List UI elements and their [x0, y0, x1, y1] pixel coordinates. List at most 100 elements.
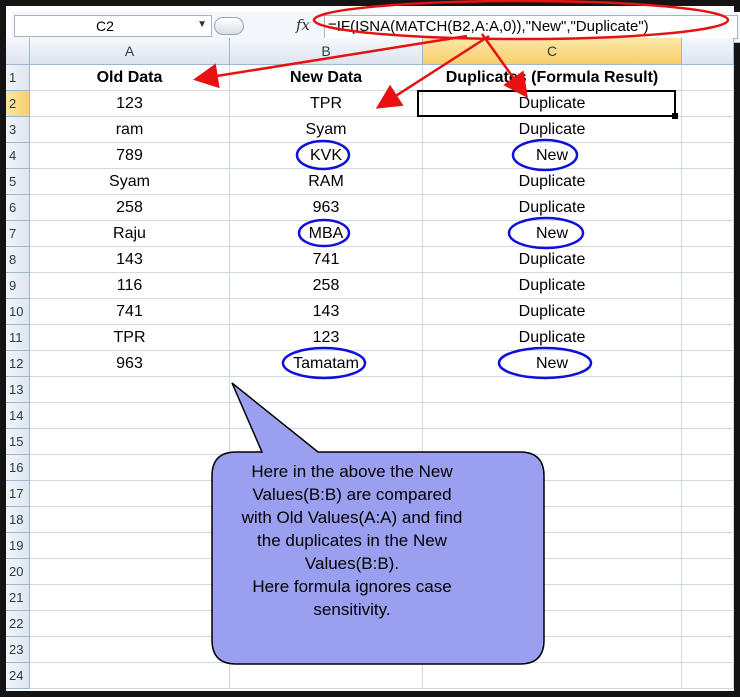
- data-cell[interactable]: [423, 429, 682, 455]
- data-cell[interactable]: New: [423, 143, 682, 169]
- data-cell[interactable]: [682, 247, 734, 273]
- data-cell[interactable]: Duplicate: [423, 91, 682, 117]
- row-header[interactable]: 2: [6, 91, 30, 117]
- data-cell[interactable]: [682, 663, 734, 689]
- data-cell[interactable]: Duplicate: [423, 273, 682, 299]
- data-cell[interactable]: [30, 663, 230, 689]
- data-cell[interactable]: [682, 117, 734, 143]
- data-cell[interactable]: [230, 429, 423, 455]
- data-cell[interactable]: [230, 663, 423, 689]
- data-cell[interactable]: Raju: [30, 221, 230, 247]
- row-header[interactable]: 7: [6, 221, 30, 247]
- data-cell[interactable]: [682, 351, 734, 377]
- data-cell[interactable]: [682, 611, 734, 637]
- data-cell[interactable]: [682, 585, 734, 611]
- formula-bar-handle[interactable]: [214, 17, 244, 35]
- data-cell[interactable]: [682, 533, 734, 559]
- data-cell[interactable]: 116: [30, 273, 230, 299]
- column-header-c[interactable]: C: [423, 38, 682, 65]
- row-header[interactable]: 1: [6, 65, 30, 91]
- data-cell[interactable]: [682, 377, 734, 403]
- row-header[interactable]: 10: [6, 299, 30, 325]
- data-cell[interactable]: 143: [30, 247, 230, 273]
- data-cell[interactable]: TPR: [230, 91, 423, 117]
- data-cell[interactable]: MBA: [230, 221, 423, 247]
- row-header[interactable]: 4: [6, 143, 30, 169]
- data-cell[interactable]: New: [423, 351, 682, 377]
- fx-icon[interactable]: fx: [296, 16, 310, 34]
- data-cell[interactable]: Syam: [30, 169, 230, 195]
- row-header[interactable]: 20: [6, 559, 30, 585]
- data-cell[interactable]: [682, 507, 734, 533]
- data-cell[interactable]: [30, 455, 230, 481]
- data-cell[interactable]: [682, 559, 734, 585]
- data-cell[interactable]: [30, 507, 230, 533]
- column-header-a[interactable]: A: [30, 38, 230, 65]
- data-cell[interactable]: ram: [30, 117, 230, 143]
- select-all-corner[interactable]: [6, 38, 30, 65]
- data-cell[interactable]: Duplicate: [423, 247, 682, 273]
- row-header[interactable]: 9: [6, 273, 30, 299]
- header-cell[interactable]: [682, 65, 734, 91]
- data-cell[interactable]: [30, 637, 230, 663]
- row-header[interactable]: 15: [6, 429, 30, 455]
- data-cell[interactable]: [682, 299, 734, 325]
- data-cell[interactable]: 123: [230, 325, 423, 351]
- data-cell[interactable]: [30, 429, 230, 455]
- row-header[interactable]: 8: [6, 247, 30, 273]
- column-header-b[interactable]: B: [230, 38, 423, 65]
- data-cell[interactable]: 963: [30, 351, 230, 377]
- data-cell[interactable]: 258: [230, 273, 423, 299]
- data-cell[interactable]: KVK: [230, 143, 423, 169]
- row-header[interactable]: 12: [6, 351, 30, 377]
- data-cell[interactable]: [30, 481, 230, 507]
- data-cell[interactable]: 789: [30, 143, 230, 169]
- formula-input[interactable]: =IF(ISNA(MATCH(B2,A:A,0)),"New","Duplica…: [324, 15, 738, 39]
- data-cell[interactable]: [423, 663, 682, 689]
- row-header[interactable]: 3: [6, 117, 30, 143]
- data-cell[interactable]: [423, 377, 682, 403]
- data-cell[interactable]: [682, 273, 734, 299]
- data-cell[interactable]: [30, 403, 230, 429]
- data-cell[interactable]: [682, 403, 734, 429]
- data-cell[interactable]: [30, 611, 230, 637]
- row-header[interactable]: 11: [6, 325, 30, 351]
- row-header[interactable]: 21: [6, 585, 30, 611]
- data-cell[interactable]: [30, 559, 230, 585]
- data-cell[interactable]: New: [423, 221, 682, 247]
- data-cell[interactable]: [682, 637, 734, 663]
- data-cell[interactable]: [682, 91, 734, 117]
- data-cell[interactable]: Tamatam: [230, 351, 423, 377]
- row-header[interactable]: 23: [6, 637, 30, 663]
- data-cell[interactable]: [423, 637, 682, 663]
- row-header[interactable]: 17: [6, 481, 30, 507]
- data-cell[interactable]: [682, 325, 734, 351]
- data-cell[interactable]: Duplicate: [423, 195, 682, 221]
- row-header[interactable]: 6: [6, 195, 30, 221]
- data-cell[interactable]: Duplicate: [423, 299, 682, 325]
- data-cell[interactable]: Duplicate: [423, 117, 682, 143]
- data-cell[interactable]: [30, 585, 230, 611]
- name-box[interactable]: C2 ▼: [14, 15, 212, 37]
- row-header[interactable]: 14: [6, 403, 30, 429]
- data-cell[interactable]: Duplicate: [423, 169, 682, 195]
- header-cell[interactable]: Old Data: [30, 65, 230, 91]
- row-header[interactable]: 13: [6, 377, 30, 403]
- data-cell[interactable]: 258: [30, 195, 230, 221]
- data-cell[interactable]: [230, 403, 423, 429]
- data-cell[interactable]: RAM: [230, 169, 423, 195]
- fill-handle[interactable]: [672, 113, 678, 119]
- data-cell[interactable]: [682, 143, 734, 169]
- data-cell[interactable]: 143: [230, 299, 423, 325]
- data-cell[interactable]: [682, 429, 734, 455]
- data-cell[interactable]: 963: [230, 195, 423, 221]
- data-cell[interactable]: Duplicate: [423, 325, 682, 351]
- data-cell[interactable]: [682, 481, 734, 507]
- column-header-d[interactable]: [682, 38, 734, 65]
- data-cell[interactable]: 123: [30, 91, 230, 117]
- data-cell[interactable]: [423, 403, 682, 429]
- row-header[interactable]: 18: [6, 507, 30, 533]
- data-cell[interactable]: Syam: [230, 117, 423, 143]
- row-header[interactable]: 5: [6, 169, 30, 195]
- data-cell[interactable]: [682, 169, 734, 195]
